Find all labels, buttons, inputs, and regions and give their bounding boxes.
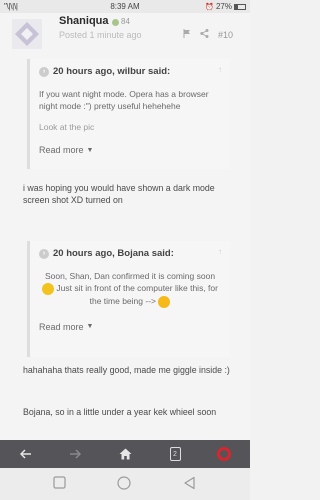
home-icon[interactable] <box>105 440 145 468</box>
post-number[interactable]: #10 <box>218 30 233 40</box>
home-circle-icon[interactable] <box>117 476 131 490</box>
quote-text: Soon, Shan, Dan confirmed it is coming s… <box>30 270 230 282</box>
tab-count: 2 <box>169 447 181 461</box>
online-status-icon <box>112 19 119 26</box>
post-header: Shaniqua 84 Posted 1 minute ago #10 <box>0 13 250 49</box>
battery-percent: 27% <box>215 2 232 11</box>
quote-block: › 20 hours ago, Bojana said: ↑ Soon, Sha… <box>27 241 230 357</box>
read-more-label: Read more <box>39 321 84 332</box>
reply-text: hahahaha thats really good, made me gigg… <box>23 365 230 375</box>
reputation-points: 84 <box>121 17 130 26</box>
smiley-emoji-icon <box>42 282 55 295</box>
quote-author: 20 hours ago, wilbur said: <box>53 66 171 77</box>
read-more-link[interactable]: Read more ▼ <box>30 322 230 332</box>
quote-line: the time being --> <box>89 295 156 306</box>
quote-text: the time being --> <box>30 295 230 308</box>
quote-header[interactable]: › 20 hours ago, wilbur said: ↑ <box>30 59 230 79</box>
status-bar: "\|\|\| 8:39 AM ⏰ 27% <box>0 0 250 13</box>
tabs-button[interactable]: 2 <box>155 440 195 468</box>
quote-text: Look at the pic <box>39 122 95 132</box>
browser-toolbar: 2 <box>0 440 250 468</box>
laughing-emoji-icon <box>158 295 171 308</box>
quote-author: 20 hours ago, Bojana said: <box>53 248 174 259</box>
battery-icon <box>234 3 246 10</box>
back-triangle-icon[interactable] <box>183 476 197 490</box>
reply-text: Bojana, so in a little under a year kek … <box>23 407 217 417</box>
opera-menu-icon[interactable] <box>204 440 244 468</box>
report-flag-icon[interactable] <box>183 29 191 40</box>
post-timestamp[interactable]: Posted 1 minute ago <box>59 30 142 40</box>
avatar[interactable] <box>12 19 42 49</box>
back-arrow-icon[interactable] <box>6 440 46 468</box>
alarm-icon: ⏰ <box>205 3 214 11</box>
recents-icon[interactable] <box>53 476 67 490</box>
read-more-label: Read more <box>39 145 84 155</box>
chevron-down-icon: ▼ <box>86 146 94 154</box>
system-nav-bar <box>0 468 250 500</box>
quote-line: Just sit in front of the computer like t… <box>56 283 218 293</box>
go-to-quote-icon[interactable]: ↑ <box>218 247 222 256</box>
go-to-quote-icon[interactable]: ↑ <box>218 65 222 74</box>
quote-line: Soon, Shan, Dan confirmed it is coming s… <box>44 271 216 281</box>
quote-text: If you want night mode. Opera has a brow… <box>39 89 209 111</box>
chevron-right-icon: › <box>39 248 49 259</box>
forum-post: Shaniqua 84 Posted 1 minute ago #10 › 20… <box>0 13 250 440</box>
share-icon[interactable] <box>200 29 209 40</box>
quote-block: › 20 hours ago, wilbur said: ↑ If you wa… <box>27 59 230 169</box>
post-username[interactable]: Shaniqua <box>59 15 109 27</box>
quote-header[interactable]: › 20 hours ago, Bojana said: ↑ <box>30 241 230 261</box>
quote-text: Just sit in front of the computer like t… <box>30 282 230 295</box>
chevron-right-icon: › <box>39 66 49 77</box>
reply-text: i was hoping you would have shown a dark… <box>23 183 215 205</box>
read-more-link[interactable]: Read more ▼ <box>30 145 230 155</box>
forward-arrow-icon[interactable] <box>55 440 95 468</box>
chevron-down-icon: ▼ <box>86 323 94 330</box>
